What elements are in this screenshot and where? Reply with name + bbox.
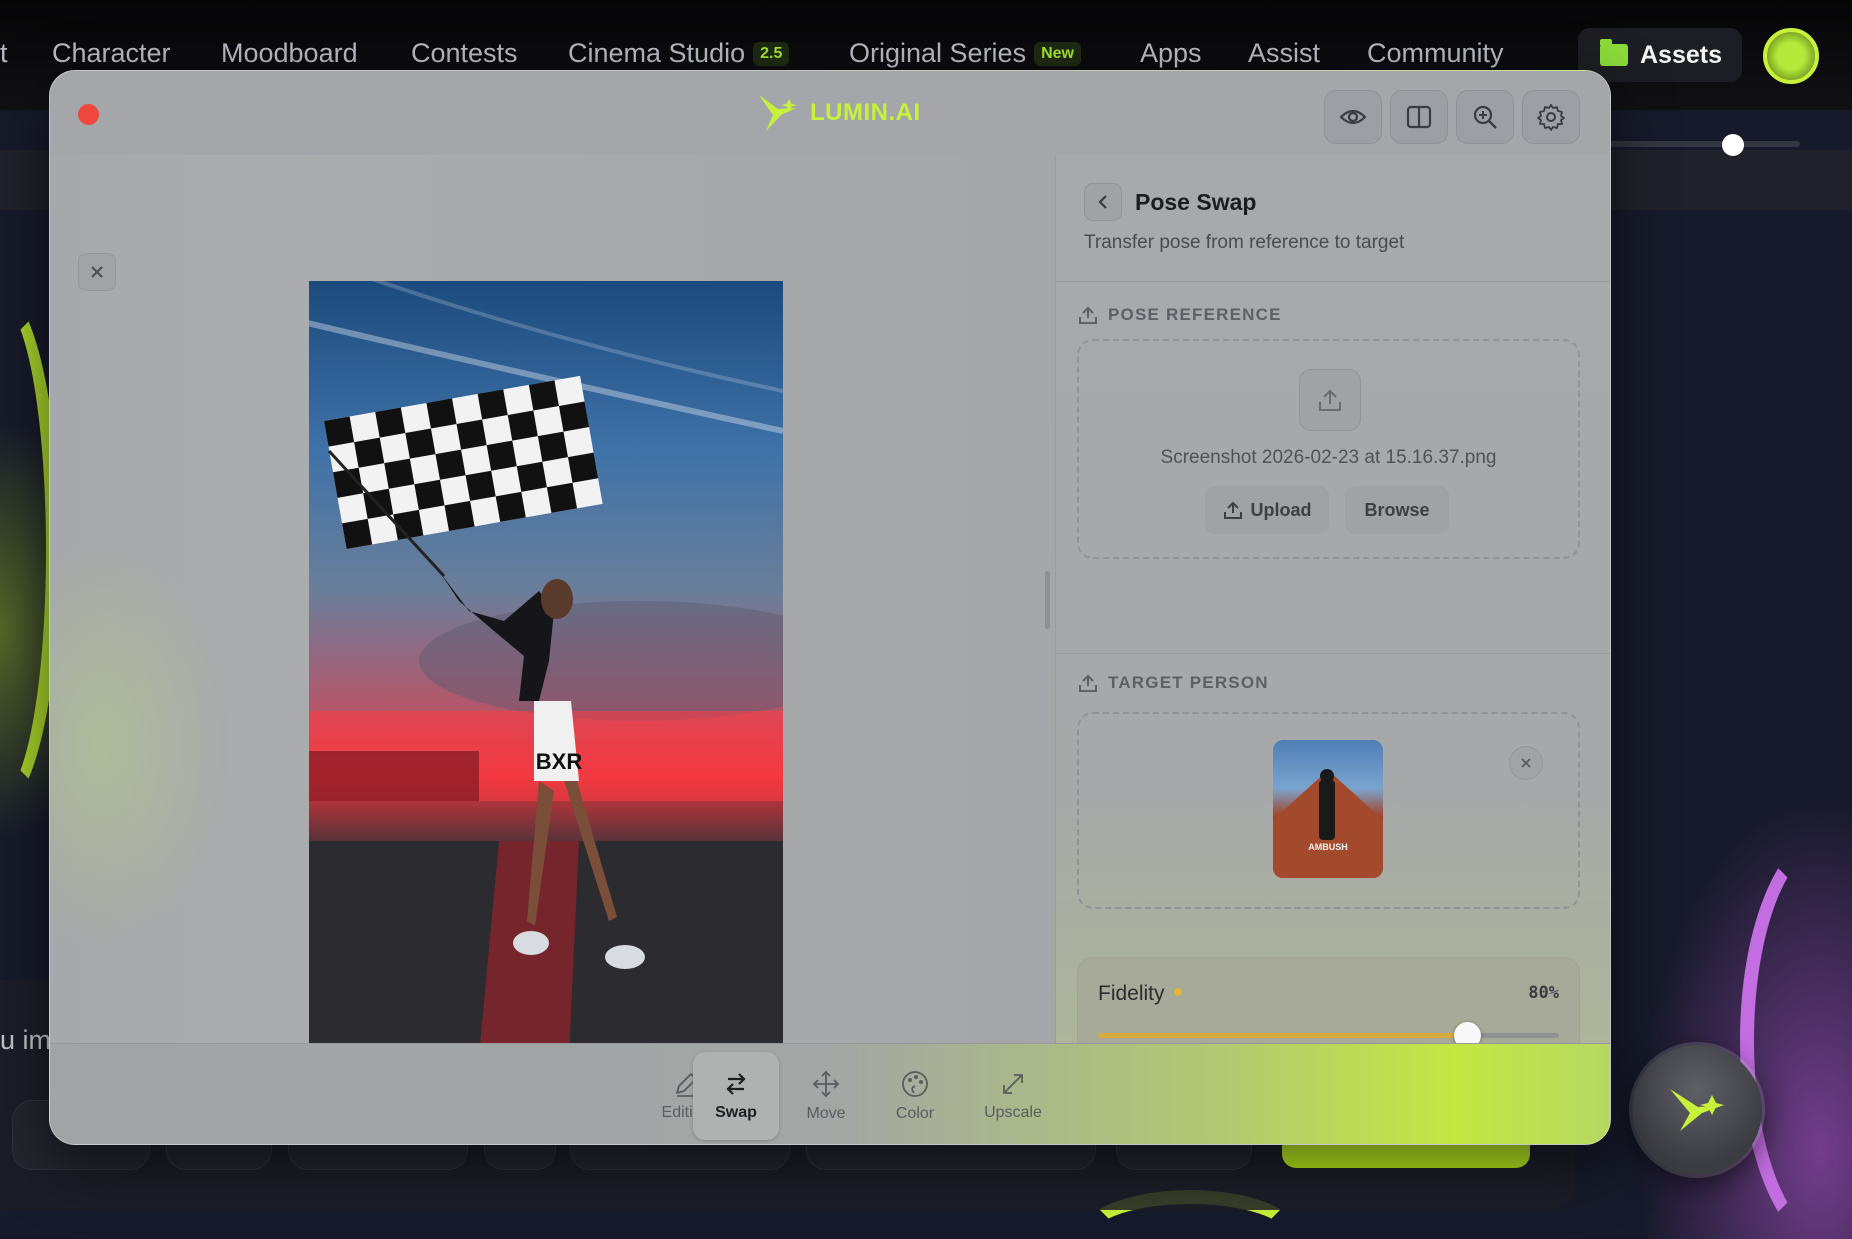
target-person-section-label: TARGET PERSON xyxy=(1078,673,1269,693)
resize-handle[interactable] xyxy=(1045,571,1050,629)
target-person-image: AMBUSH xyxy=(1273,769,1383,878)
upload-icon xyxy=(1319,389,1341,411)
background-slider-knob[interactable] xyxy=(1722,134,1744,156)
lumin-logo-icon xyxy=(1670,1089,1724,1131)
divider xyxy=(1056,653,1610,654)
nav-item-character[interactable]: Character xyxy=(52,38,171,69)
avatar[interactable] xyxy=(1763,28,1819,84)
assistant-fab[interactable] xyxy=(1632,1045,1762,1175)
browse-button[interactable]: Browse xyxy=(1345,486,1449,534)
preview-area: BXR xyxy=(50,155,1054,1056)
panel-title: Pose Swap xyxy=(1135,189,1257,215)
lumin-logo-icon xyxy=(759,95,797,131)
fidelity-label-text: Fidelity xyxy=(1098,982,1165,1005)
preview-eye-button[interactable] xyxy=(1324,90,1382,144)
target-person-thumbnail[interactable]: AMBUSH xyxy=(1273,740,1383,878)
browse-label: Browse xyxy=(1364,499,1430,520)
nav-item-assist[interactable]: Assist xyxy=(1248,38,1320,69)
version-badge: 2.5 xyxy=(753,42,790,66)
modified-indicator-dot xyxy=(1173,988,1182,996)
zoom-icon xyxy=(1473,105,1497,129)
upload-button[interactable]: Upload xyxy=(1205,486,1329,534)
window-close-dot[interactable] xyxy=(78,104,99,125)
section-label-text: POSE REFERENCE xyxy=(1108,305,1282,324)
upload-label: Upload xyxy=(1250,499,1312,520)
pose-swap-modal: LUMIN.AI BXR Pose Swap Transfer pose fro… xyxy=(49,70,1611,1145)
pose-reference-dropzone[interactable]: Screenshot 2026-02-23 at 15.16.37.png Up… xyxy=(1077,339,1580,559)
preview-image: BXR xyxy=(309,281,783,1056)
nav-item-label: Cinema Studio xyxy=(568,38,746,68)
tool-label: Upscale xyxy=(984,1104,1042,1121)
split-view-icon xyxy=(1406,105,1432,129)
panel-subtitle: Transfer pose from reference to target xyxy=(1084,232,1405,253)
nav-item-original-series[interactable]: Original Series New xyxy=(849,38,1081,69)
target-person-dropzone[interactable]: AMBUSH xyxy=(1077,712,1580,909)
tool-upscale[interactable]: Upscale xyxy=(970,1052,1056,1140)
logo: LUMIN.AI xyxy=(756,93,921,133)
upload-icon xyxy=(1079,674,1097,692)
fidelity-value: 80% xyxy=(1528,983,1559,1003)
nav-item-partial[interactable]: t xyxy=(0,38,8,69)
upload-placeholder[interactable] xyxy=(1299,369,1361,431)
eye-icon xyxy=(1339,109,1367,125)
pose-swap-panel: Pose Swap Transfer pose from reference t… xyxy=(1055,155,1610,1081)
zoom-button[interactable] xyxy=(1456,90,1514,144)
skirt-logo-text: BXR xyxy=(536,749,583,774)
settings-button[interactable] xyxy=(1522,90,1580,144)
logo-text: LUMIN.AI xyxy=(810,99,921,126)
nav-item-cinema-studio[interactable]: Cinema Studio 2.5 xyxy=(568,38,790,69)
chevron-left-icon xyxy=(1098,195,1107,209)
reference-filename: Screenshot 2026-02-23 at 15.16.37.png xyxy=(1160,447,1497,468)
swap-icon xyxy=(726,1073,746,1095)
remove-target-button[interactable] xyxy=(1509,746,1543,780)
close-icon xyxy=(91,266,103,278)
assets-label: Assets xyxy=(1640,40,1722,69)
background-slider-track[interactable] xyxy=(1610,141,1800,147)
new-badge: New xyxy=(1034,42,1081,66)
thumbnail-caption: AMBUSH xyxy=(1308,842,1348,852)
section-label-text: TARGET PERSON xyxy=(1108,673,1269,692)
nav-item-contests[interactable]: Contests xyxy=(411,38,518,69)
palette-icon xyxy=(902,1071,928,1097)
upload-icon xyxy=(1223,501,1242,519)
prompt-hint-text: u im xyxy=(0,1025,52,1055)
fidelity-slider-track[interactable] xyxy=(1098,1033,1559,1038)
folder-icon xyxy=(1600,39,1628,66)
divider xyxy=(1056,281,1610,282)
upload-icon xyxy=(1079,306,1097,324)
close-preview-button[interactable] xyxy=(78,253,116,291)
move-icon xyxy=(812,1070,840,1098)
tool-label: Color xyxy=(895,1105,935,1122)
fidelity-label: Fidelity xyxy=(1098,982,1182,1006)
tool-move[interactable]: Move xyxy=(783,1052,869,1140)
tool-label: Swap xyxy=(715,1104,757,1121)
nav-item-apps[interactable]: Apps xyxy=(1140,38,1202,69)
tool-bar: Editing Swap Move Color Upscale xyxy=(50,1043,1610,1144)
tool-swap[interactable]: Swap xyxy=(693,1052,779,1140)
gear-icon xyxy=(1537,104,1565,131)
back-button[interactable] xyxy=(1084,183,1122,221)
close-icon xyxy=(1521,758,1531,768)
nav-item-moodboard[interactable]: Moodboard xyxy=(221,38,358,69)
expand-icon xyxy=(1003,1074,1023,1094)
pose-reference-section-label: POSE REFERENCE xyxy=(1078,305,1282,325)
fidelity-slider-fill xyxy=(1098,1033,1467,1038)
split-view-button[interactable] xyxy=(1390,90,1448,144)
nav-item-label: Original Series xyxy=(849,38,1027,68)
flag-woman-photo: BXR xyxy=(309,281,783,1056)
tool-color[interactable]: Color xyxy=(872,1052,958,1140)
modal-titlebar: LUMIN.AI xyxy=(50,71,1610,155)
tool-label: Move xyxy=(806,1105,846,1122)
nav-item-community[interactable]: Community xyxy=(1367,38,1504,69)
